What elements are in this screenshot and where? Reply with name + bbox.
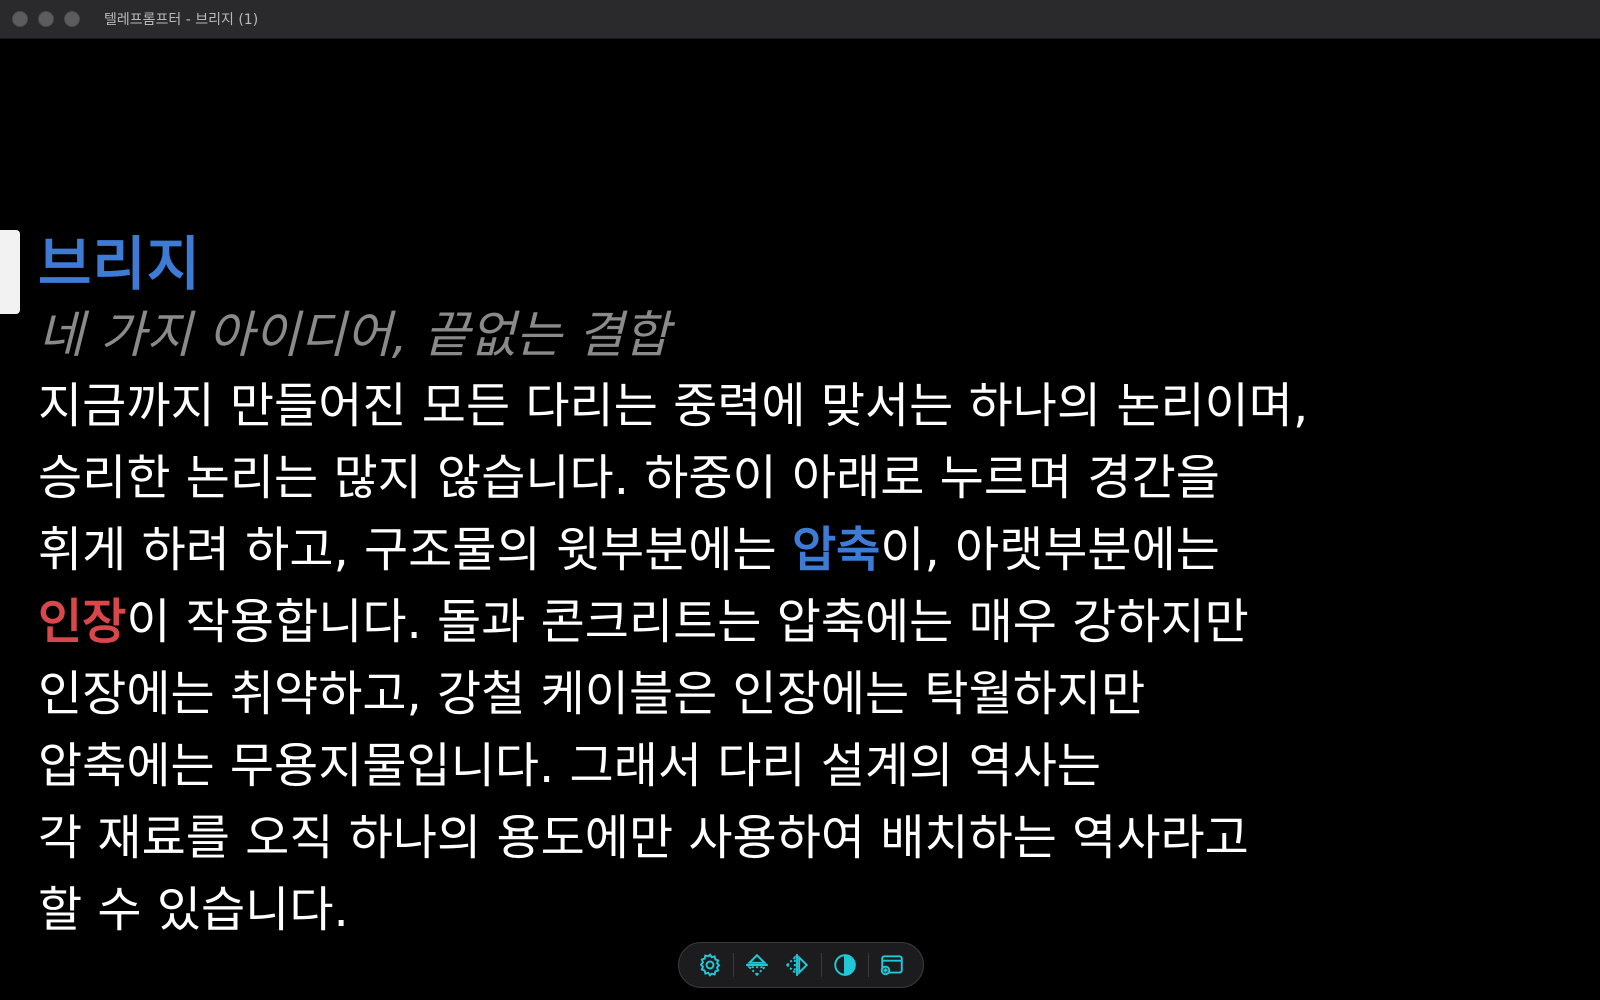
close-window-button[interactable] <box>12 11 28 27</box>
flip-vertical-icon <box>746 953 769 977</box>
highlight-keyword-red: 인장 <box>38 594 127 650</box>
contrast-button[interactable] <box>828 948 862 982</box>
script-text: 승리한 논리는 많지 않습니다. 하중이 아래로 누르며 경간을 <box>38 450 1220 506</box>
script-text: 각 재료를 오직 하나의 용도에만 사용하여 배치하는 역사라고 <box>38 810 1249 866</box>
window-controls <box>12 11 80 27</box>
script-text: 지금까지 만들어진 모든 다리는 중력에 맞서는 하나의 논리이며, <box>38 378 1309 434</box>
toolbar-separator <box>733 953 735 977</box>
add-window-icon <box>880 955 903 976</box>
script-line: 각 재료를 오직 하나의 용도에만 사용하여 배치하는 역사라고 <box>38 802 1568 874</box>
script-text: 이, 아랫부분에는 <box>880 522 1220 578</box>
toolbar-separator <box>867 953 869 977</box>
script-text: 휘게 하려 하고, 구조물의 윗부분에는 <box>38 522 792 578</box>
settings-button[interactable] <box>693 948 727 982</box>
contrast-icon <box>833 954 856 976</box>
teleprompter-script[interactable]: 브리지 네 가지 아이디어, 끝없는 결합 지금까지 만들어진 모든 다리는 중… <box>38 228 1568 946</box>
flip-vertical-button[interactable] <box>740 948 774 982</box>
window-title: 텔레프롬프터 - 브리지 (1) <box>104 12 259 28</box>
highlight-keyword-blue: 압축 <box>791 522 881 578</box>
flip-horizontal-button[interactable] <box>780 948 814 982</box>
script-heading: 브리지 <box>38 230 202 298</box>
minimize-window-button[interactable] <box>38 11 54 27</box>
teleprompter-window: 텔레프롬프터 - 브리지 (1) 브리지 네 가지 아이디어, 끝없는 결합 지… <box>0 0 1600 1000</box>
floating-toolbar <box>678 942 924 988</box>
script-text: 할 수 있습니다. <box>38 882 349 938</box>
script-line: 지금까지 만들어진 모든 다리는 중력에 맞서는 하나의 논리이며, <box>38 370 1568 442</box>
toolbar-separator <box>820 953 822 977</box>
script-text: 이 작용합니다. 돌과 콘크리트는 압축에는 매우 강하지만 <box>126 594 1249 650</box>
gear-icon <box>699 953 721 977</box>
script-text: 압축에는 무용지물입니다. 그래서 다리 설계의 역사는 <box>38 738 1102 794</box>
script-line: 인장에는 취약하고, 강철 케이블은 인장에는 탁월하지만 <box>38 658 1568 730</box>
script-text: 인장에는 취약하고, 강철 케이블은 인장에는 탁월하지만 <box>38 666 1146 722</box>
title-bar: 텔레프롬프터 - 브리지 (1) <box>0 0 1600 39</box>
add-window-button[interactable] <box>875 948 909 982</box>
script-line: 인장이 작용합니다. 돌과 콘크리트는 압축에는 매우 강하지만 <box>38 586 1568 658</box>
script-subtitle: 네 가지 아이디어, 끝없는 결합 <box>38 306 670 364</box>
script-body: 지금까지 만들어진 모든 다리는 중력에 맞서는 하나의 논리이며, 승리한 논리… <box>38 370 1568 946</box>
script-line: 승리한 논리는 많지 않습니다. 하중이 아래로 누르며 경간을 <box>38 442 1568 514</box>
zoom-window-button[interactable] <box>64 11 80 27</box>
reading-position-marker[interactable] <box>0 230 20 314</box>
script-line: 압축에는 무용지물입니다. 그래서 다리 설계의 역사는 <box>38 730 1568 802</box>
script-line: 휘게 하려 하고, 구조물의 윗부분에는 압축이, 아랫부분에는 <box>38 514 1568 586</box>
script-line: 할 수 있습니다. <box>38 874 1568 946</box>
flip-horizontal-icon <box>786 954 809 976</box>
